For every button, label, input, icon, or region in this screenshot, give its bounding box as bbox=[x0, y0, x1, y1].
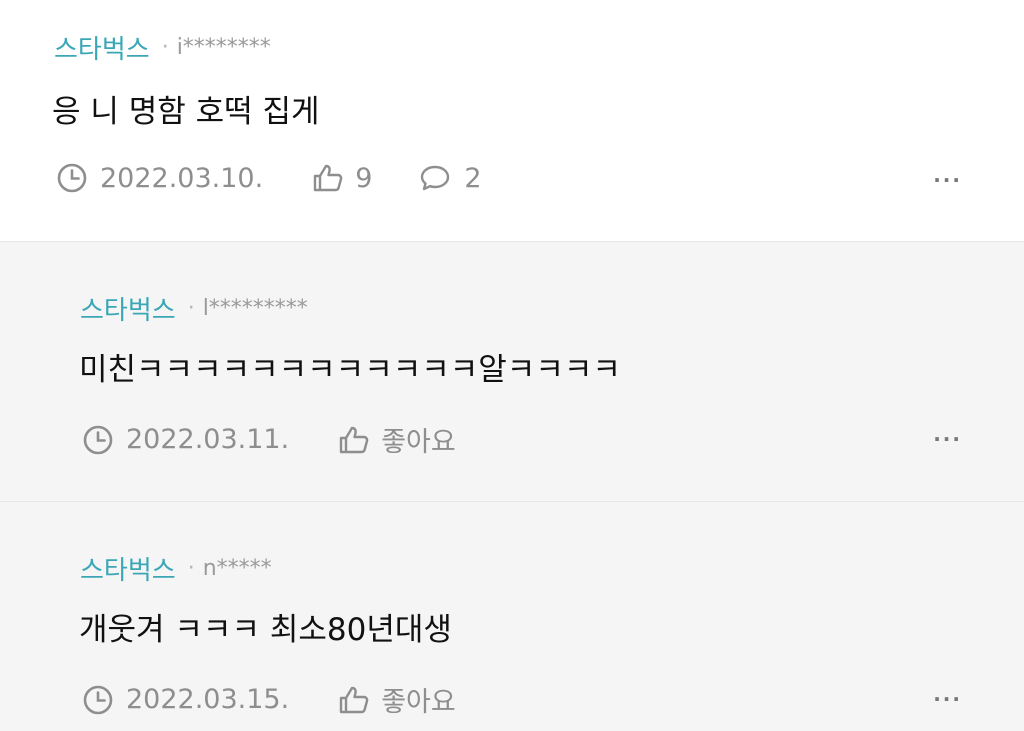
username: l********* bbox=[202, 296, 308, 321]
comment-text: 미친ㅋㅋㅋㅋㅋㅋㅋㅋㅋㅋㅋㅋ알ㅋㅋㅋㅋ bbox=[79, 352, 621, 388]
comment-text: 개웃겨 ㅋㅋㅋ 최소80년대생 bbox=[79, 612, 452, 648]
comment-header: 스타벅스 · i******** bbox=[54, 29, 271, 66]
comment-header: 스타벅스 · l********* bbox=[80, 290, 308, 327]
like-button[interactable]: 9 bbox=[311, 162, 372, 194]
speech-bubble-icon bbox=[418, 162, 452, 194]
like-label: 좋아요 bbox=[381, 687, 456, 718]
clock-icon bbox=[82, 424, 114, 456]
comment-date: 2022.03.10. bbox=[100, 162, 264, 194]
source-label[interactable]: 스타벅스 bbox=[80, 290, 176, 327]
separator-dot: · bbox=[187, 296, 195, 321]
clock-icon bbox=[56, 162, 88, 194]
more-icon[interactable]: ··· bbox=[933, 427, 962, 451]
like-label: 좋아요 bbox=[381, 427, 456, 458]
comment-date: 2022.03.15. bbox=[126, 684, 290, 715]
clock-icon bbox=[82, 684, 114, 716]
reply-item: 스타벅스 · n***** 개웃겨 ㅋㅋㅋ 최소80년대생 2022.03.15… bbox=[0, 501, 1024, 731]
comment-header: 스타벅스 · n***** bbox=[80, 550, 272, 587]
thumbs-up-icon bbox=[337, 684, 371, 716]
more-icon[interactable]: ··· bbox=[933, 687, 962, 711]
comment-meta: 2022.03.11. 좋아요 bbox=[82, 420, 456, 459]
reply-item: 스타벅스 · l********* 미친ㅋㅋㅋㅋㅋㅋㅋㅋㅋㅋㅋㅋ알ㅋㅋㅋㅋ 20… bbox=[0, 241, 1024, 501]
username: n***** bbox=[202, 556, 272, 581]
thumbs-up-icon bbox=[337, 424, 371, 456]
like-count: 9 bbox=[355, 162, 373, 194]
more-icon[interactable]: ··· bbox=[933, 168, 962, 192]
separator-dot: · bbox=[161, 35, 169, 60]
comment-item: 스타벅스 · i******** 응 니 명함 호떡 집게 2022.03.10… bbox=[0, 0, 1024, 241]
source-label[interactable]: 스타벅스 bbox=[54, 29, 150, 66]
comment-date: 2022.03.11. bbox=[126, 424, 290, 455]
comment-meta: 2022.03.15. 좋아요 bbox=[82, 680, 456, 719]
reply-count: 2 bbox=[464, 162, 482, 194]
separator-dot: · bbox=[187, 556, 195, 581]
username: i******** bbox=[176, 35, 271, 60]
reply-button[interactable]: 2 bbox=[418, 162, 482, 194]
like-button[interactable]: 좋아요 bbox=[337, 680, 456, 719]
comment-meta: 2022.03.10. 9 2 bbox=[56, 162, 482, 194]
thumbs-up-icon bbox=[311, 162, 345, 194]
comment-text: 응 니 명함 호떡 집게 bbox=[52, 94, 320, 130]
like-button[interactable]: 좋아요 bbox=[337, 420, 456, 459]
source-label[interactable]: 스타벅스 bbox=[80, 550, 176, 587]
